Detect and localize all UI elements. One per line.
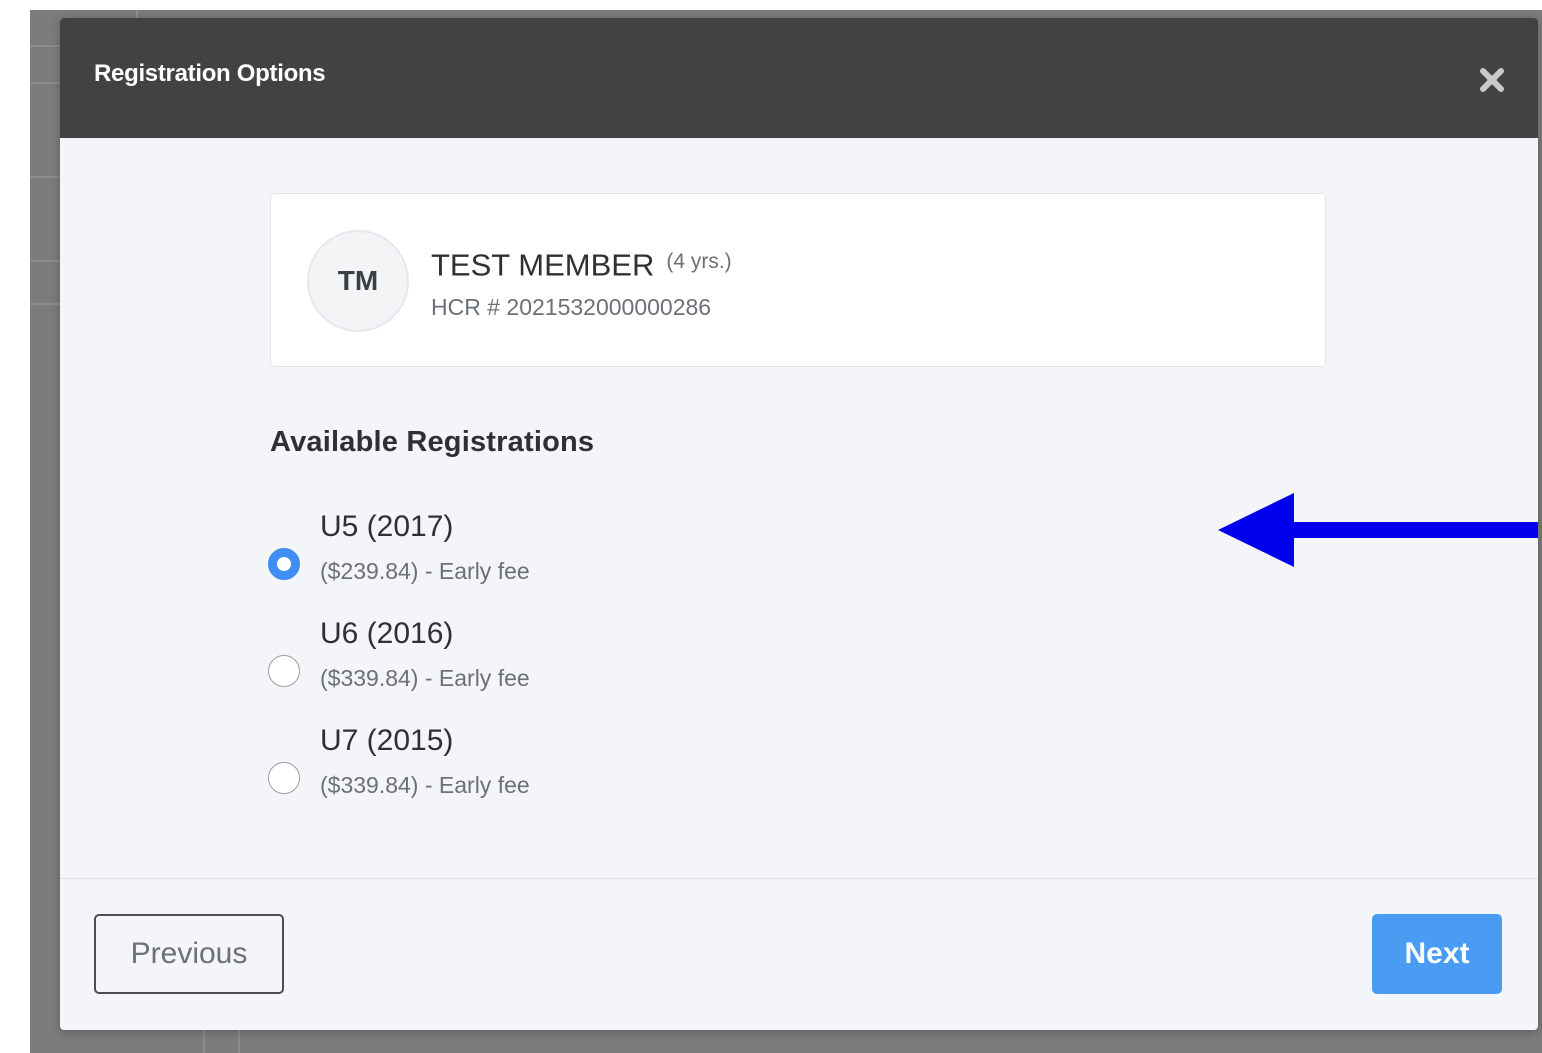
footer-divider [60, 878, 1538, 879]
next-button[interactable]: Next [1372, 914, 1502, 994]
background-divider [30, 303, 60, 305]
background-divider [203, 1030, 205, 1053]
close-button[interactable] [1478, 66, 1506, 94]
previous-button[interactable]: Previous [94, 914, 284, 994]
background-divider [238, 1030, 240, 1053]
member-name-text: TEST MEMBER [431, 247, 655, 283]
member-card: TM TEST MEMBER (4 yrs.) HCR # 20215320000… [270, 193, 1326, 367]
radio-button[interactable] [268, 655, 300, 687]
registration-option-u7[interactable]: U7 (2015) ($339.84) - Early fee [268, 724, 688, 814]
registration-option-label: U5 (2017) [320, 510, 454, 543]
registration-option-label: U7 (2015) [320, 724, 454, 757]
modal-header: Registration Options [60, 18, 1538, 138]
registration-options-modal: Registration Options TM TEST MEMBER (4 yr… [60, 18, 1538, 1030]
registration-option-label: U6 (2016) [320, 617, 454, 650]
registration-option-fee: ($239.84) - Early fee [320, 558, 530, 584]
annotation-arrow-icon [1218, 493, 1538, 567]
background-divider [30, 260, 60, 262]
member-age: (4 yrs.) [666, 250, 732, 273]
member-hcr-number: HCR # 2021532000000286 [431, 294, 712, 320]
background-divider [30, 176, 60, 178]
registration-option-u5[interactable]: U5 (2017) ($239.84) - Early fee [268, 510, 688, 600]
registration-option-fee: ($339.84) - Early fee [320, 665, 530, 691]
modal-title: Registration Options [94, 60, 326, 87]
radio-button-selected[interactable] [268, 548, 300, 580]
avatar: TM [307, 230, 409, 332]
radio-button[interactable] [268, 762, 300, 794]
registration-option-fee: ($339.84) - Early fee [320, 772, 530, 798]
member-name: TEST MEMBER (4 yrs.) [431, 246, 732, 283]
close-icon [1480, 68, 1504, 92]
background-divider [30, 82, 60, 84]
available-registrations-title: Available Registrations [270, 426, 595, 458]
registration-option-u6[interactable]: U6 (2016) ($339.84) - Early fee [268, 617, 688, 707]
background-divider [30, 45, 60, 47]
